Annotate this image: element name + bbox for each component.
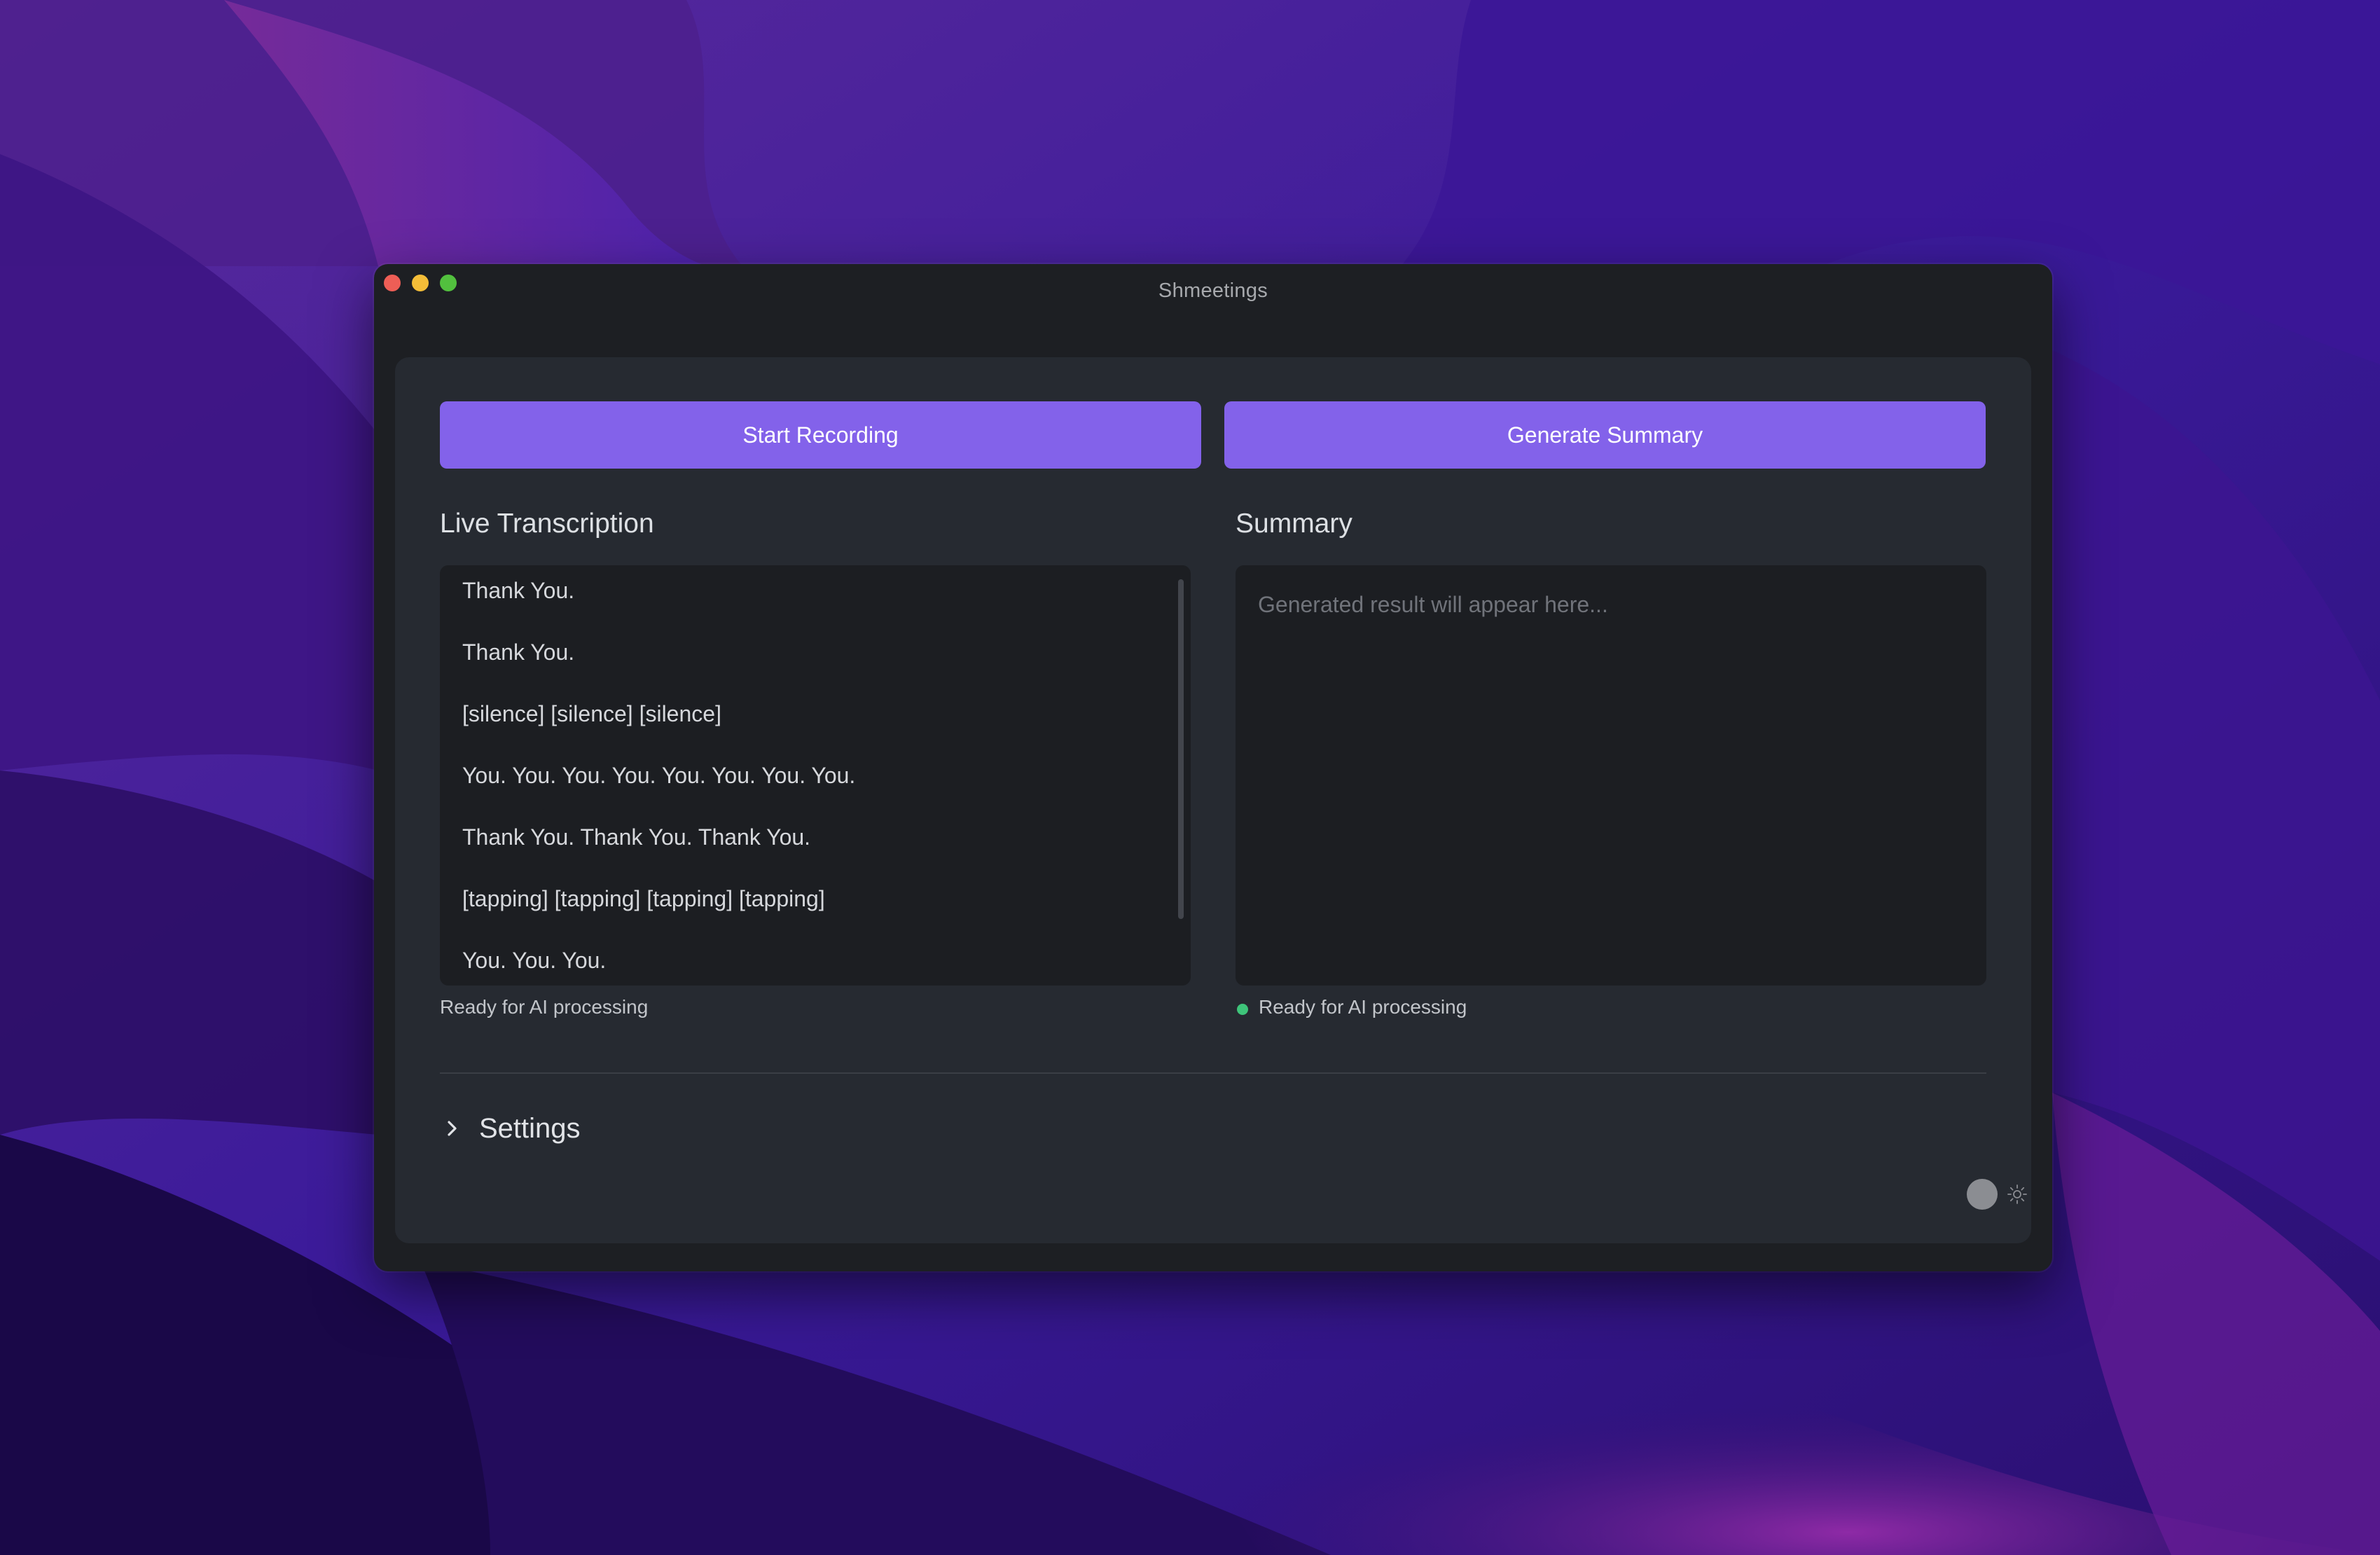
transcript-line: [tapping] [tapping] [tapping] [tapping] [462,886,825,911]
app-window: Shmeetings Start Recording Generate Summ… [374,264,2052,1271]
sun-icon [2007,1184,2027,1204]
status-dot-icon [1237,1004,1248,1015]
transcript-line: You. You. You. [462,948,607,973]
transcription-heading: Live Transcription [440,509,654,539]
transcript-line: You. You. You. You. You. You. You. You. [462,763,856,788]
summary-heading: Summary [1236,509,1352,539]
transcription-scrollbar[interactable] [1178,579,1184,919]
summary-placeholder: Generated result will appear here... [1258,592,1608,617]
main-panel: Start Recording Generate Summary Live Tr… [395,357,2031,1243]
transcription-box[interactable]: Thank You. Thank You. [silence] [silence… [440,565,1191,986]
summary-status: Ready for AI processing [1259,996,1467,1018]
transcript-line: Thank You. [462,640,575,665]
toggle-knob [1967,1179,1998,1210]
settings-toggle[interactable]: Settings [440,1107,581,1149]
start-recording-button[interactable]: Start Recording [440,401,1201,469]
divider [440,1072,1986,1074]
transcription-status: Ready for AI processing [440,996,649,1018]
transcript-line: Thank You. Thank You. Thank You. [462,824,811,850]
summary-box[interactable]: Generated result will appear here... [1236,565,1986,986]
window-title: Shmeetings [1158,279,1268,302]
theme-toggle[interactable] [1967,1178,2037,1210]
desktop-background: Shmeetings Start Recording Generate Summ… [0,0,2380,1555]
chevron-right-icon [440,1116,465,1141]
transcript-line: [silence] [silence] [silence] [462,701,721,726]
title-bar[interactable]: Shmeetings [374,264,2052,320]
settings-label: Settings [479,1113,581,1144]
transcript-line: Thank You. [462,578,575,603]
generate-summary-button[interactable]: Generate Summary [1224,401,1986,469]
